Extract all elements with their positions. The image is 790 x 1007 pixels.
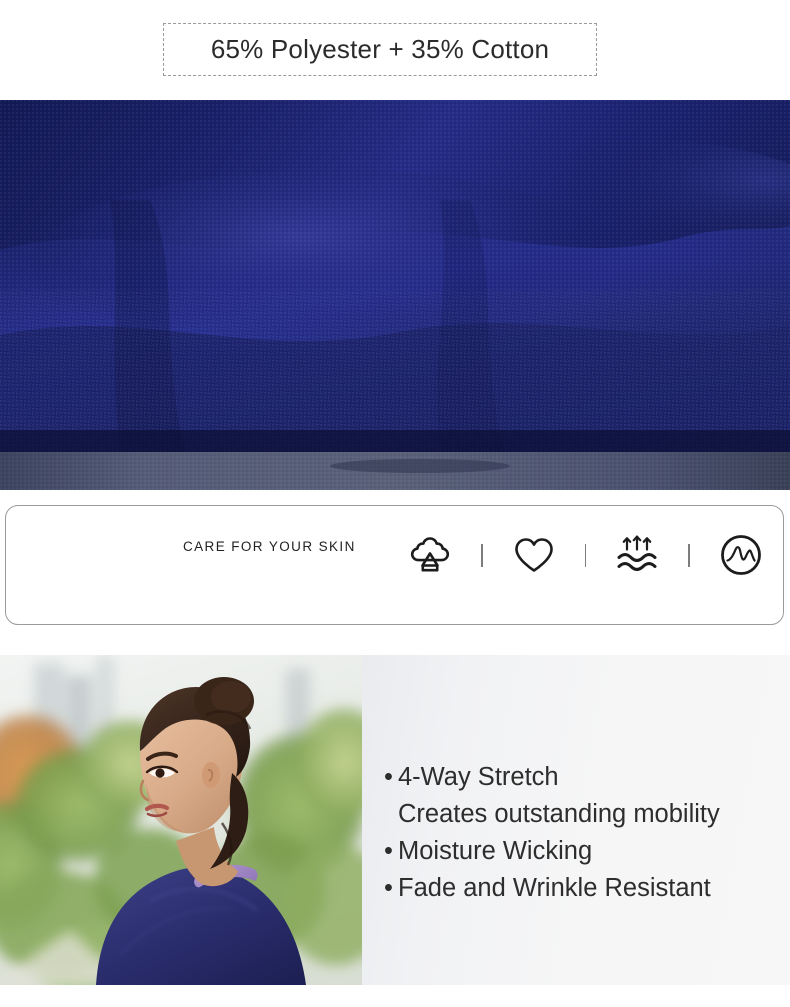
footer-spacer xyxy=(0,985,790,1007)
heart-icon xyxy=(508,529,560,581)
stretch-circle-icon xyxy=(715,529,767,581)
product-detail-page: 65% Polyester + 35% Cotton CARE FOR YOUR… xyxy=(0,0,790,1007)
care-for-your-skin-card: CARE FOR YOUR SKIN xyxy=(5,505,784,625)
feature-item: • Fade and Wrinkle Resistant xyxy=(384,870,784,907)
features-panel: • 4-Way Stretch Creates outstanding mobi… xyxy=(362,655,790,985)
feature-text: Moisture Wicking xyxy=(398,837,593,865)
fabric-hero-image xyxy=(0,100,790,490)
bullet-icon: • xyxy=(384,763,393,791)
feature-item: • 4-Way Stretch xyxy=(384,759,784,796)
care-label: CARE FOR YOUR SKIN xyxy=(183,539,356,554)
feature-item: • Moisture Wicking xyxy=(384,833,784,870)
bottom-feature-section: • 4-Way Stretch Creates outstanding mobi… xyxy=(0,655,790,985)
feature-text: 4-Way Stretch xyxy=(398,763,559,791)
bullet-icon: • xyxy=(384,874,393,902)
moisture-wicking-icon xyxy=(611,529,663,581)
feature-text: Fade and Wrinkle Resistant xyxy=(398,874,711,902)
icon-divider xyxy=(481,543,483,567)
feature-text: Creates outstanding mobility xyxy=(398,800,720,828)
model-photo-image xyxy=(0,655,362,985)
bullet-icon: • xyxy=(384,837,393,865)
composition-callout-box: 65% Polyester + 35% Cotton xyxy=(163,23,597,76)
model-photo xyxy=(0,655,362,985)
icon-divider xyxy=(584,543,587,567)
features-list: • 4-Way Stretch Creates outstanding mobi… xyxy=(384,759,784,907)
composition-band: 65% Polyester + 35% Cotton xyxy=(0,0,790,100)
icon-divider xyxy=(688,543,690,567)
composition-text: 65% Polyester + 35% Cotton xyxy=(210,34,550,64)
fabric-photo xyxy=(0,100,790,490)
care-icon-row xyxy=(404,524,774,586)
tree-icon xyxy=(404,529,456,581)
feature-item: Creates outstanding mobility xyxy=(384,796,784,833)
